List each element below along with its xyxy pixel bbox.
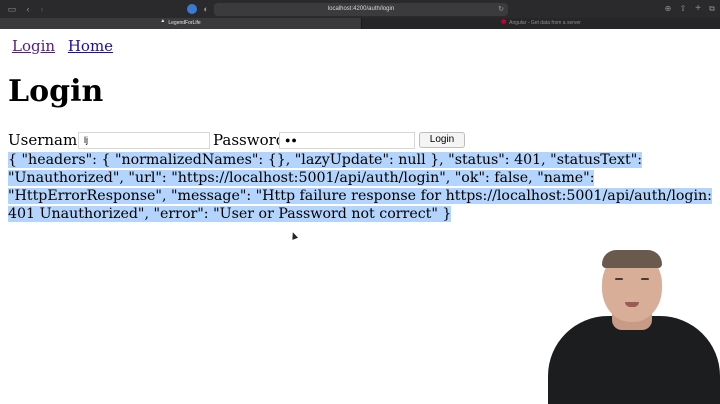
top-nav: Login Home <box>12 37 121 55</box>
tab-label: LegendForLife <box>168 20 201 26</box>
browser-chrome: ▭ ‹ › ◐ localhost:4200/auth/login ↻ ⊕ ⇧ … <box>0 0 720 29</box>
nav-link-login[interactable]: Login <box>12 37 55 55</box>
mouse-cursor-icon <box>289 231 299 240</box>
selected-error-json: { "headers": { "normalizedNames": {}, "l… <box>8 152 712 222</box>
address-bar[interactable]: localhost:4200/auth/login ↻ <box>214 3 508 16</box>
url-text: localhost:4200/auth/login <box>327 6 395 12</box>
share-icon[interactable]: ⇧ <box>677 3 689 15</box>
shield-icon[interactable]: ◐ <box>200 3 212 15</box>
login-button[interactable]: Login <box>419 132 465 148</box>
favicon-icon: ▲ <box>160 18 166 25</box>
password-field[interactable]: ●● <box>279 132 415 149</box>
back-icon[interactable]: ‹ <box>22 3 34 15</box>
angular-icon <box>501 19 507 25</box>
extension-icon[interactable] <box>187 4 197 14</box>
new-tab-icon[interactable]: + <box>692 3 704 15</box>
presenter-eye <box>641 278 649 280</box>
page-title: Login <box>8 74 104 109</box>
tab-label: Angular - Get data from a server <box>509 20 581 26</box>
presenter-webcam <box>548 250 720 404</box>
tab-overview-icon[interactable]: ⧉ <box>706 3 718 15</box>
nav-link-home[interactable]: Home <box>68 37 113 55</box>
tab-angular-docs[interactable]: Angular - Get data from a server <box>361 18 720 29</box>
presenter-hair <box>602 250 662 268</box>
reload-icon[interactable]: ↻ <box>498 3 504 16</box>
presenter-eye <box>615 278 623 280</box>
download-icon[interactable]: ⊕ <box>662 3 674 15</box>
forward-icon[interactable]: › <box>36 3 48 15</box>
error-response-text: { "headers": { "normalizedNames": {}, "l… <box>8 151 713 223</box>
tab-strip: ▲ LegendForLife Angular - Get data from a… <box>0 18 720 29</box>
username-field[interactable]: lj <box>78 132 210 149</box>
tab-legendforlife[interactable]: ▲ LegendForLife <box>0 18 361 29</box>
browser-toolbar: ▭ ‹ › ◐ localhost:4200/auth/login ↻ ⊕ ⇧ … <box>0 0 720 18</box>
sidebar-toggle-icon[interactable]: ▭ <box>6 3 18 15</box>
